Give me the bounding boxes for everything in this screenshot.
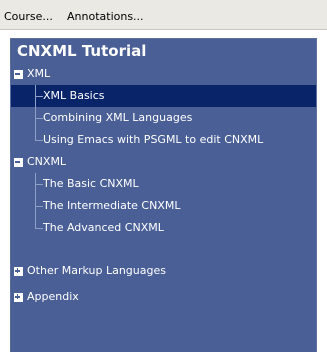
tree-item-using-emacs[interactable]: Using Emacs with PSGML to edit CNXML (11, 129, 316, 151)
tree-item-basic-cnxml[interactable]: The Basic CNXML (11, 173, 316, 195)
tree-connector (35, 96, 43, 97)
course-navigator-window: Course... Annotations... CNXML Tutorial … (0, 0, 327, 352)
tree-node-cnxml[interactable]: CNXML (11, 151, 316, 173)
tree-item-xml-basics[interactable]: XML Basics (11, 85, 316, 107)
tree-node-xml[interactable]: XML (11, 63, 316, 85)
collapse-icon[interactable] (14, 70, 23, 79)
annotations-menu[interactable]: Annotations... (67, 10, 144, 24)
menu-bar: Course... Annotations... (0, 0, 327, 30)
course-title: CNXML Tutorial (11, 39, 316, 63)
tree-item-label: Using Emacs with PSGML to edit CNXML (43, 133, 264, 146)
tree-item-advanced-cnxml[interactable]: The Advanced CNXML (11, 217, 316, 239)
expand-icon[interactable] (14, 267, 23, 276)
course-tree-panel: CNXML Tutorial XML XML Basics Combining … (10, 38, 317, 352)
tree-empty-area (11, 308, 316, 352)
tree-connector (35, 118, 43, 119)
tree-item-label: The Intermediate CNXML (43, 199, 181, 212)
course-menu[interactable]: Course... (4, 10, 53, 24)
tree-node-label: Appendix (27, 290, 79, 303)
tree-item-label: The Advanced CNXML (43, 221, 164, 234)
tree-item-label: XML Basics (43, 89, 105, 102)
tree-spacer (11, 282, 316, 286)
tree-node-label: XML (27, 67, 51, 80)
tree-node-label: Other Markup Languages (27, 264, 166, 277)
tree-item-label: Combining XML Languages (43, 111, 193, 124)
tree-item-intermediate-cnxml[interactable]: The Intermediate CNXML (11, 195, 316, 217)
collapse-icon[interactable] (14, 158, 23, 167)
tree-connector (35, 140, 43, 141)
tree-connector (35, 228, 43, 229)
tree-connector (35, 217, 36, 228)
tree-item-combining-xml[interactable]: Combining XML Languages (11, 107, 316, 129)
tree-connector (35, 184, 43, 185)
tree-connector (35, 129, 36, 140)
tree-node-other-markup[interactable]: Other Markup Languages (11, 260, 316, 282)
tree-node-appendix[interactable]: Appendix (11, 286, 316, 308)
expand-icon[interactable] (14, 293, 23, 302)
tree-item-label: The Basic CNXML (43, 177, 139, 190)
tree-spacer (11, 239, 316, 260)
tree-node-label: CNXML (27, 155, 67, 168)
tree-connector (35, 206, 43, 207)
